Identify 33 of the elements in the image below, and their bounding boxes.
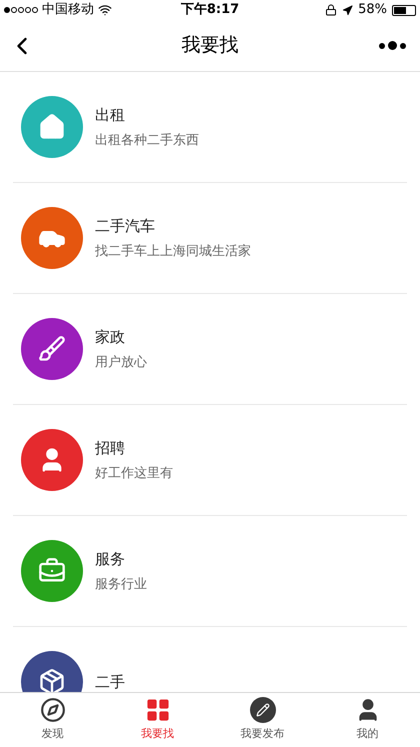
tab-bar-item[interactable]: 我的 [315, 693, 420, 747]
status-time: 下午8:17 [180, 1, 240, 20]
house-icon [38, 113, 66, 141]
signal-icon [4, 7, 38, 13]
tab-bar-item[interactable]: 我要发布 [210, 693, 315, 747]
compass-icon [40, 697, 66, 724]
grid-icon [144, 697, 170, 724]
page-title: 我要找 [180, 33, 240, 58]
category-subtitle: 服务行业 [95, 576, 147, 594]
pencil-icon [250, 697, 276, 724]
category-subtitle: 出租各种二手东西 [95, 132, 199, 150]
carrier-name: 中国移动 [42, 1, 94, 20]
category-subtitle: 好工作这里有 [95, 464, 173, 482]
tab-bar-item[interactable]: 发现 [0, 693, 105, 747]
category-title: 出租 [95, 105, 126, 126]
category-title: 招聘 [95, 438, 126, 459]
category-item[interactable]: 二手汽车 找二手车上上海同城生活家 [13, 183, 407, 294]
category-title: 家政 [95, 327, 126, 348]
battery-percent: 58% [358, 1, 387, 20]
lock-icon [325, 4, 338, 16]
category-item[interactable]: 家政 用户放心 [13, 294, 407, 405]
location-icon [342, 4, 354, 16]
tab-bar-item[interactable]: 我要找 [105, 693, 210, 747]
category-subtitle: 用户放心 [95, 354, 147, 372]
category-title: 服务 [95, 549, 126, 570]
category-item[interactable]: 出租 出租各种二手东西 [13, 72, 407, 183]
category-item[interactable]: 招聘 好工作这里有 [13, 405, 407, 516]
wifi-icon [98, 3, 112, 17]
category-item[interactable]: 服务 服务行业 [13, 516, 407, 627]
category-title: 二手汽车 [95, 216, 156, 237]
category-title: 二手 [95, 672, 125, 692]
category-subtitle: 找二手车上上海同城生活家 [95, 242, 251, 260]
battery-icon [392, 4, 416, 16]
